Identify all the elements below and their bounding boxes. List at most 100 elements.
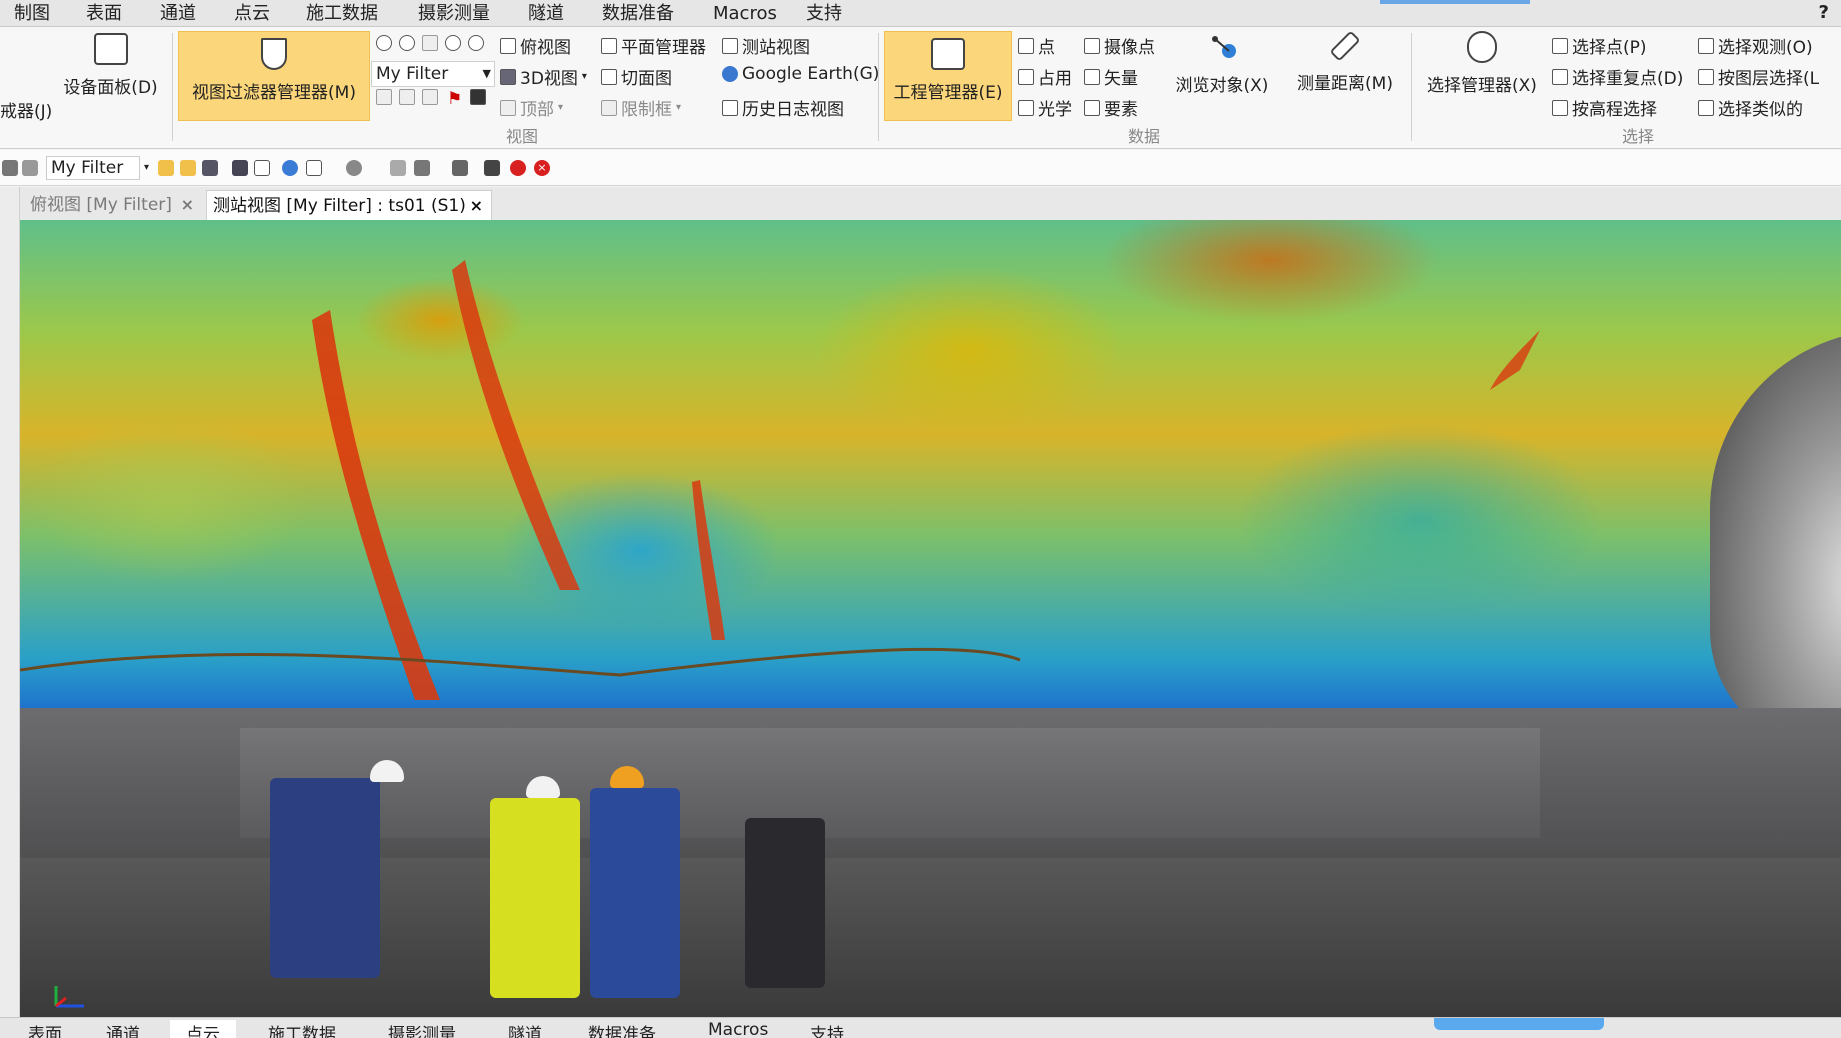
optics-button[interactable]: 光学	[1018, 95, 1072, 120]
select-repeat-icon	[1552, 68, 1568, 85]
menu-tab-drawing[interactable]: 制图	[14, 2, 50, 26]
zoom-out-icon[interactable]	[399, 35, 415, 51]
camera-icon	[1084, 37, 1100, 54]
occupy-button[interactable]: 占用	[1018, 64, 1072, 89]
filter-list-icon[interactable]	[180, 160, 196, 176]
bottom-tab-point-cloud[interactable]: 点云	[170, 1020, 236, 1038]
select-point-button[interactable]: 选择点(P)	[1552, 33, 1647, 58]
by-elevation-button[interactable]: 按高程选择	[1552, 95, 1657, 120]
station-viewport[interactable]	[20, 220, 1841, 1017]
select-manager-icon	[1467, 31, 1497, 63]
bottom-tab-photogrammetry[interactable]: 摄影测量	[388, 1020, 456, 1038]
grid-icon[interactable]	[376, 89, 392, 105]
zoom-in-icon[interactable]	[376, 35, 392, 51]
bottom-tab-tunnel[interactable]: 隧道	[508, 1020, 542, 1038]
menu-tab-channel[interactable]: 通道	[160, 2, 196, 26]
partial-left-label: 戒器(J)	[0, 102, 53, 122]
tool-icon[interactable]	[22, 160, 38, 176]
select-observation-button[interactable]: 选择观测(O)	[1698, 33, 1813, 58]
menu-tab-macros[interactable]: Macros	[713, 2, 777, 26]
measure-distance-button[interactable]: 测量距离(M)	[1290, 30, 1400, 121]
tab-station-view-label: 测站视图 [My Filter] : ts01 (S1)	[213, 196, 466, 216]
section-icon	[601, 68, 617, 85]
partial-left-button[interactable]: 戒器(J)	[0, 97, 52, 122]
select-similar-button[interactable]: 选择类似的	[1698, 95, 1803, 120]
google-earth-label: Google Earth(G)	[742, 64, 880, 84]
bottom-tab-bar: 表面 通道 点云 施工数据 摄影测量 隧道 数据准备 Macros 支持	[0, 1017, 1841, 1038]
menu-tab-photogrammetry[interactable]: 摄影测量	[418, 2, 490, 26]
screen-icon[interactable]	[484, 160, 500, 176]
limit-box-icon	[601, 99, 617, 116]
filter-settings-icon[interactable]	[202, 160, 218, 176]
flag-icon[interactable]: ⚑	[447, 89, 462, 109]
menu-tab-point-cloud[interactable]: 点云	[234, 2, 270, 26]
page-icon[interactable]	[254, 160, 270, 176]
top-view-button[interactable]: 俯视图	[500, 33, 571, 58]
record-icon[interactable]	[510, 160, 526, 176]
measure-icon[interactable]	[390, 160, 406, 176]
by-layer-button[interactable]: 按图层选择(L	[1698, 64, 1819, 89]
project-manager-icon	[931, 38, 965, 70]
select-repeat-button[interactable]: 选择重复点(D)	[1552, 64, 1683, 89]
menu-tab-surface[interactable]: 表面	[86, 2, 122, 26]
menu-tab-data-prep[interactable]: 数据准备	[602, 2, 674, 26]
tab-top-view[interactable]: 俯视图 [My Filter] ×	[24, 190, 202, 220]
view-icon[interactable]	[306, 160, 322, 176]
by-elevation-label: 按高程选择	[1572, 100, 1657, 120]
ribbon-filter-combo[interactable]: My Filter ▼	[371, 61, 495, 87]
select-manager-label: 选择管理器(X)	[1427, 76, 1537, 96]
tool-icon[interactable]	[2, 160, 18, 176]
limit-box-button[interactable]: 限制框 ▾	[601, 95, 681, 120]
menu-tab-construction-data[interactable]: 施工数据	[306, 2, 378, 26]
layer-icon	[1698, 68, 1714, 85]
select-observation-label: 选择观测(O)	[1718, 38, 1813, 58]
pointer-icon[interactable]	[422, 89, 438, 105]
bottom-tab-construction-data[interactable]: 施工数据	[268, 1020, 336, 1038]
render-icon[interactable]	[346, 160, 362, 176]
toolbar-filter-combo[interactable]: My Filter	[46, 156, 140, 180]
chevron-down-icon[interactable]: ▾	[144, 162, 154, 178]
feature-button[interactable]: 要素	[1084, 95, 1138, 120]
cube-icon[interactable]	[232, 160, 248, 176]
project-manager-button[interactable]: 工程管理器(E)	[884, 31, 1012, 121]
bottom-tab-channel[interactable]: 通道	[106, 1020, 140, 1038]
menu-tab-support[interactable]: 支持	[806, 2, 842, 26]
top-button[interactable]: 顶部 ▾	[500, 95, 563, 120]
view3d-button[interactable]: 3D视图 ▾	[500, 64, 587, 89]
pen-icon[interactable]	[414, 160, 430, 176]
select-manager-button[interactable]: 选择管理器(X)	[1420, 31, 1544, 121]
help-icon[interactable]: ?	[1819, 2, 1829, 23]
station-icon[interactable]	[470, 89, 486, 105]
device-panel-button[interactable]: 设备面板(D)	[58, 33, 163, 113]
history-view-button[interactable]: 历史日志视图	[722, 95, 844, 120]
bottom-tab-surface[interactable]: 表面	[28, 1020, 62, 1038]
point-button[interactable]: 点	[1018, 33, 1055, 58]
chevron-down-icon: ▾	[558, 102, 564, 113]
stop-icon[interactable]: ×	[534, 160, 550, 176]
line-icon[interactable]	[452, 160, 468, 176]
close-icon[interactable]: ×	[181, 190, 194, 220]
hand-icon[interactable]	[399, 89, 415, 105]
plane-manager-button[interactable]: 平面管理器	[601, 33, 706, 58]
optics-label: 光学	[1038, 100, 1072, 120]
station-view-button[interactable]: 测站视图	[722, 33, 810, 58]
vector-button[interactable]: 矢量	[1084, 64, 1138, 89]
bottom-tab-data-prep[interactable]: 数据准备	[588, 1020, 656, 1038]
data-group-label: 数据	[1128, 127, 1161, 146]
occupy-label: 占用	[1038, 69, 1072, 89]
google-earth-button[interactable]: Google Earth(G)	[722, 64, 879, 84]
zoom-window-icon[interactable]	[445, 35, 461, 51]
menu-tab-tunnel[interactable]: 隧道	[528, 2, 564, 26]
section-button[interactable]: 切面图	[601, 64, 672, 89]
globe-icon[interactable]	[282, 160, 298, 176]
browse-object-button[interactable]: 浏览对象(X)	[1172, 31, 1272, 121]
bottom-tab-support[interactable]: 支持	[810, 1020, 844, 1038]
view-filter-manager-button[interactable]: 视图过滤器管理器(M)	[178, 31, 370, 121]
camera-point-button[interactable]: 摄像点	[1084, 33, 1155, 58]
bottom-tab-macros[interactable]: Macros	[708, 1020, 768, 1038]
zoom-extents-icon[interactable]	[468, 35, 484, 51]
pan-icon[interactable]	[422, 35, 438, 51]
tab-station-view[interactable]: 测站视图 [My Filter] : ts01 (S1) ×	[206, 190, 492, 220]
filter-icon[interactable]	[158, 160, 174, 176]
close-icon[interactable]: ×	[470, 191, 483, 221]
